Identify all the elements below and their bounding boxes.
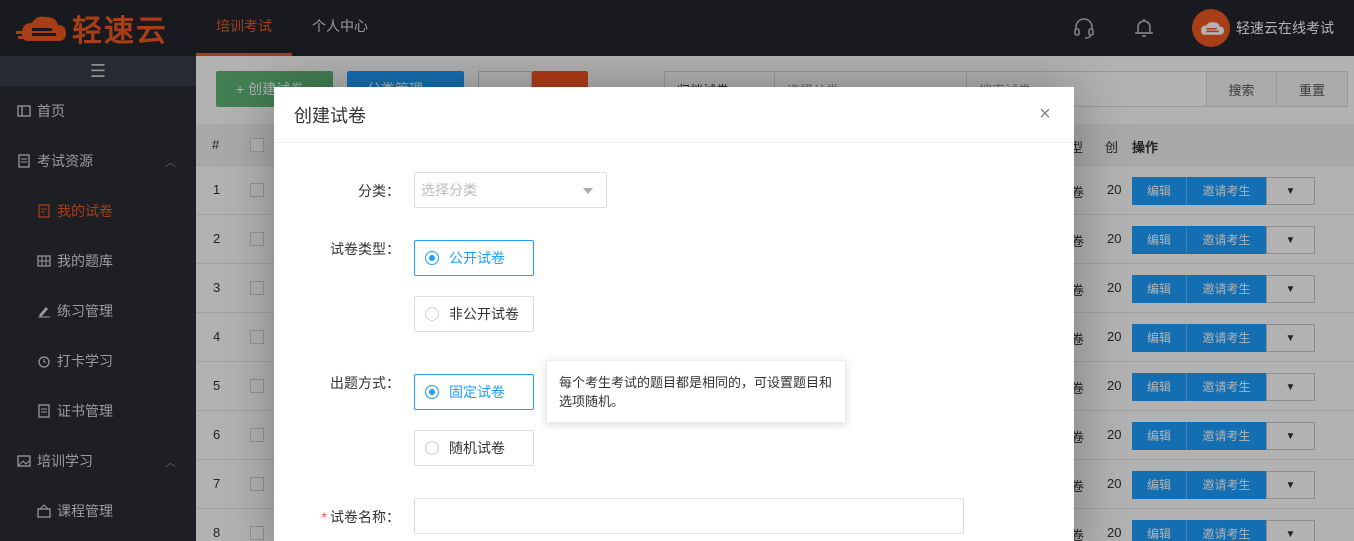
- mode-tooltip: 每个考生考试的题目都是相同的，可设置题目和选项随机。: [546, 360, 846, 423]
- radio-private-paper[interactable]: 非公开试卷: [414, 296, 534, 332]
- category-select-placeholder: 选择分类: [421, 182, 477, 198]
- mode-label: 出题方式：: [330, 375, 400, 391]
- close-icon[interactable]: ×: [1036, 104, 1054, 124]
- dialog-title: 创建试卷: [274, 87, 1074, 143]
- radio-label: 固定试卷: [449, 384, 505, 400]
- radio-label: 公开试卷: [449, 250, 505, 266]
- radio-public-paper[interactable]: 公开试卷: [414, 240, 534, 276]
- radio-label: 随机试卷: [449, 440, 505, 456]
- required-mark: *: [321, 509, 327, 525]
- create-paper-dialog: 创建试卷 × 分类： 选择分类 试卷类型： 公开试卷 非公开试卷 出题方式： 固…: [274, 87, 1074, 541]
- radio-dot: [425, 385, 439, 399]
- category-label: 分类：: [358, 183, 400, 199]
- radio-dot: [425, 251, 439, 265]
- caret-down-icon: [583, 188, 593, 194]
- radio-random-paper[interactable]: 随机试卷: [414, 430, 534, 466]
- category-select[interactable]: 选择分类: [414, 172, 607, 208]
- radio-dot: [425, 441, 439, 455]
- paper-name-label: * 试卷名称：: [274, 507, 400, 527]
- paper-name-input[interactable]: [414, 498, 964, 534]
- radio-label: 非公开试卷: [449, 306, 519, 322]
- paper-type-label: 试卷类型：: [330, 241, 400, 257]
- radio-dot: [425, 307, 439, 321]
- radio-fixed-paper[interactable]: 固定试卷: [414, 374, 534, 410]
- paper-name-label-text: 试卷名称：: [330, 509, 400, 525]
